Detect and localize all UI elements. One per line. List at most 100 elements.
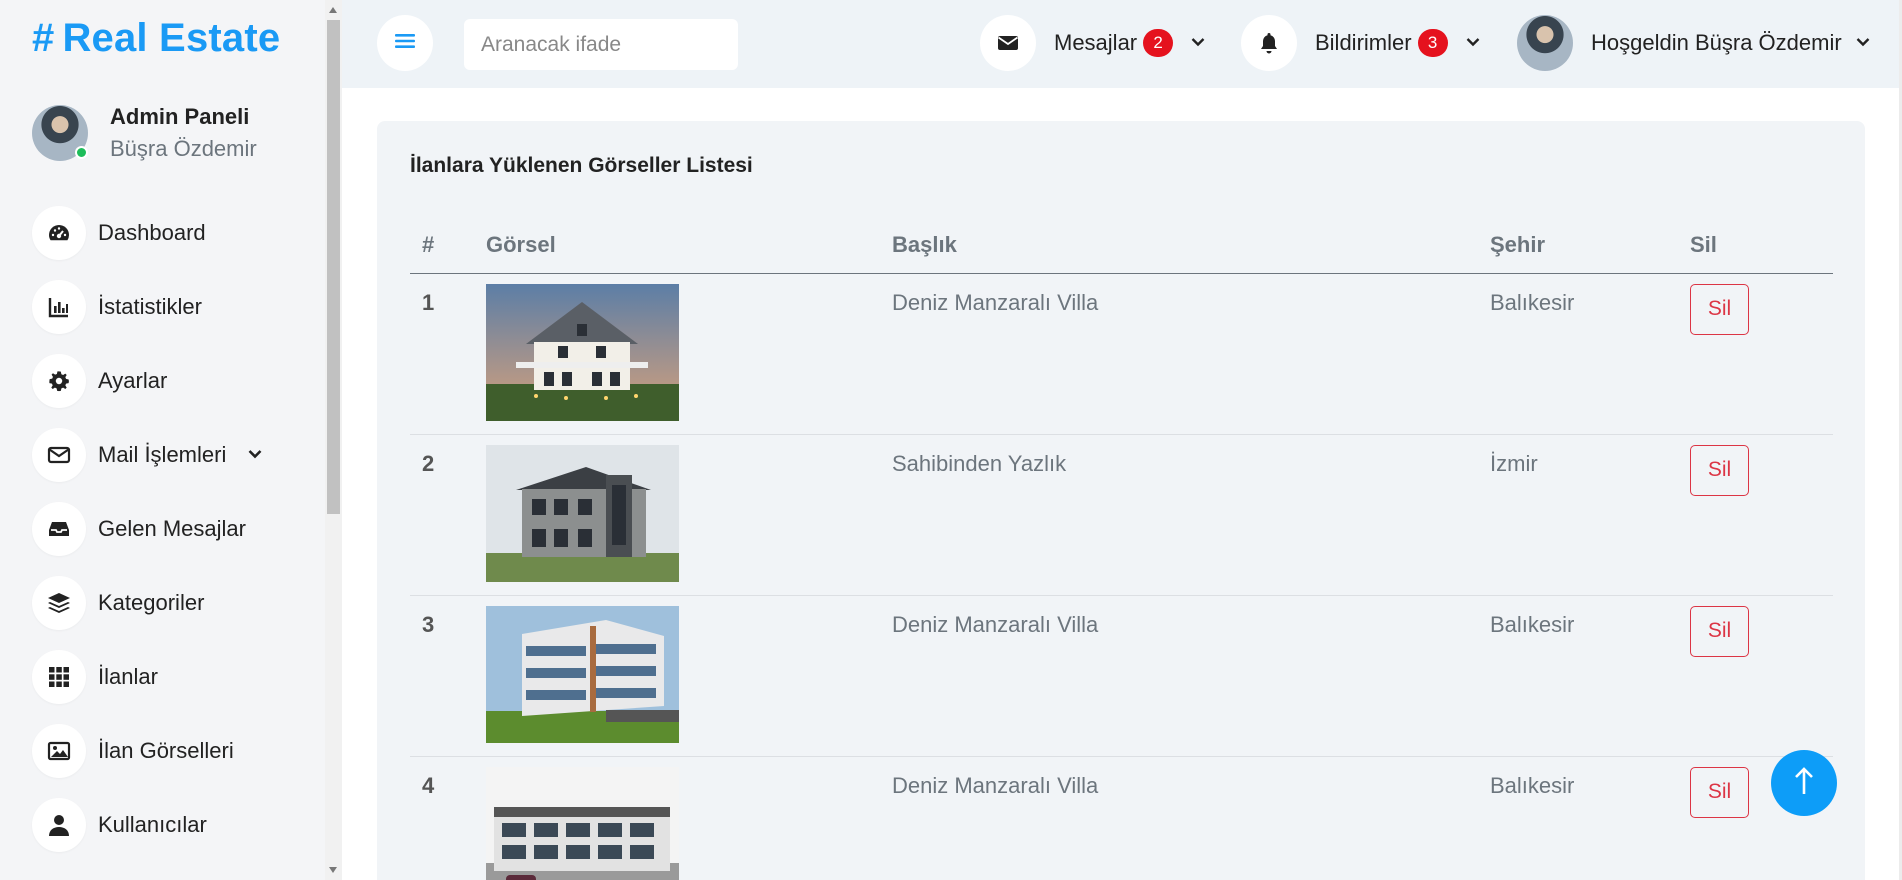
column-header-image: Görsel [474, 217, 880, 274]
sidebar-item-categories[interactable]: Kategoriler [32, 576, 262, 630]
profile-name: Büşra Özdemir [110, 136, 257, 161]
row-title: Deniz Manzaralı Villa [880, 595, 1478, 757]
back-to-top-button[interactable] [1771, 750, 1837, 816]
chevron-down-icon[interactable] [248, 446, 262, 464]
apartment-image[interactable] [486, 605, 679, 743]
messages-dropdown[interactable]: Mesajlar 2 [980, 15, 1205, 71]
row-number: 1 [410, 273, 474, 435]
scroll-thumb[interactable] [327, 20, 340, 514]
chevron-down-icon [1191, 34, 1205, 52]
inbox-icon [32, 502, 86, 556]
sidebar-item-listings[interactable]: İlanlar [32, 650, 262, 704]
row-image-cell [474, 595, 880, 757]
page-title: İlanlara Yüklenen Görseller Listesi [410, 154, 753, 177]
user-greeting: Hoşgeldin Büşra Özdemir [1591, 30, 1842, 55]
main-content: İlanlara Yüklenen Görseller Listesi # Gö… [342, 88, 1902, 880]
bell-icon [1241, 15, 1297, 71]
image-icon [32, 724, 86, 778]
table-header-row: # Görsel Başlık Şehir Sil [410, 217, 1833, 274]
speedometer-icon [32, 206, 86, 260]
row-number: 2 [410, 434, 474, 596]
table-row: 4 Deniz Manzaralı Villa Balıkesir Sil [410, 756, 1833, 880]
row-delete-cell: Sil [1678, 595, 1833, 757]
sidebar-item-label: İstatistikler [98, 294, 202, 319]
row-title: Deniz Manzaralı Villa [880, 756, 1478, 880]
profile-card: Admin Paneli Büşra Özdemir [32, 104, 257, 162]
table-row: 1 Deniz Manzaralı Villa Balıkesir Sil [410, 273, 1833, 435]
sidebar-item-label: Ayarlar [98, 368, 168, 393]
column-header-title: Başlık [880, 217, 1478, 274]
delete-button[interactable]: Sil [1690, 283, 1749, 335]
house-image[interactable] [486, 283, 679, 421]
column-header-number: # [410, 217, 474, 274]
avatar [32, 105, 88, 161]
row-title: Sahibinden Yazlık [880, 434, 1478, 596]
brand-logo[interactable]: # Real Estate [32, 16, 280, 61]
messages-count-badge: 2 [1143, 29, 1174, 57]
row-image-cell [474, 434, 880, 596]
sidebar-item-label: Kullanıcılar [98, 812, 207, 837]
sidebar: # Real Estate Admin Paneli Büşra Özdemir … [0, 0, 325, 880]
column-header-delete: Sil [1678, 217, 1833, 274]
sidebar-item-label: Mail İşlemleri [98, 442, 227, 467]
brand-name: Real Estate [62, 16, 281, 60]
search-input[interactable] [464, 19, 738, 70]
profile-role: Admin Paneli [110, 104, 250, 129]
apartment-image[interactable] [486, 766, 679, 880]
sidebar-item-inbox[interactable]: Gelen Mesajlar [32, 502, 262, 556]
online-status-icon [75, 146, 88, 159]
gear-icon [32, 354, 86, 408]
sidebar-item-statistics[interactable]: İstatistikler [32, 280, 262, 334]
layers-icon [32, 576, 86, 630]
user-avatar [1517, 15, 1573, 71]
row-delete-cell: Sil [1678, 434, 1833, 596]
user-menu-dropdown[interactable]: Hoşgeldin Büşra Özdemir [1517, 15, 1870, 71]
sidebar-nav: Dashboard İstatistikler Ayarlar Mail İşl… [32, 206, 262, 872]
row-city: Balıkesir [1478, 595, 1678, 757]
images-list-card: İlanlara Yüklenen Görseller Listesi # Gö… [377, 121, 1865, 880]
sidebar-item-label: İlan Görselleri [98, 738, 234, 763]
row-number: 4 [410, 756, 474, 880]
sidebar-item-settings[interactable]: Ayarlar [32, 354, 262, 408]
sidebar-item-label: Gelen Mesajlar [98, 516, 246, 541]
envelope-icon [980, 15, 1036, 71]
sidebar-scrollbar[interactable] [325, 0, 342, 880]
column-header-city: Şehir [1478, 217, 1678, 274]
sidebar-item-dashboard[interactable]: Dashboard [32, 206, 262, 260]
sidebar-item-label: Dashboard [98, 220, 206, 245]
images-table: # Görsel Başlık Şehir Sil 1 Deniz Manzar… [410, 217, 1833, 880]
house-image[interactable] [486, 444, 679, 582]
scroll-up-arrow-icon[interactable] [329, 7, 337, 13]
notifications-count-badge: 3 [1417, 29, 1448, 57]
sidebar-item-label: Kategoriler [98, 590, 205, 615]
table-row: 3 Deniz Manzaralı Villa Balıkesir Sil [410, 595, 1833, 757]
row-city: Balıkesir [1478, 273, 1678, 435]
notifications-dropdown[interactable]: Bildirimler 3 [1241, 15, 1480, 71]
delete-button[interactable]: Sil [1690, 605, 1749, 657]
chevron-down-icon [1466, 34, 1480, 52]
sidebar-item-users[interactable]: Kullanıcılar [32, 798, 262, 852]
row-city: İzmir [1478, 434, 1678, 596]
bar-chart-icon [32, 280, 86, 334]
envelope-icon [32, 428, 86, 482]
grid-icon [32, 650, 86, 704]
user-icon [32, 798, 86, 852]
row-image-cell [474, 756, 880, 880]
row-delete-cell: Sil [1678, 273, 1833, 435]
brand-hash: # [32, 16, 55, 60]
scroll-down-arrow-icon[interactable] [329, 867, 337, 873]
delete-button[interactable]: Sil [1690, 766, 1749, 818]
menu-toggle-button[interactable] [377, 15, 433, 71]
sidebar-item-mail[interactable]: Mail İşlemleri [32, 428, 262, 482]
sidebar-item-listing-images[interactable]: İlan Görselleri [32, 724, 262, 778]
hamburger-icon [395, 33, 415, 54]
delete-button[interactable]: Sil [1690, 444, 1749, 496]
table-row: 2 Sahibinden Yazlık İzmir Sil [410, 434, 1833, 596]
row-city: Balıkesir [1478, 756, 1678, 880]
messages-label: Mesajlar [1054, 30, 1138, 55]
row-title: Deniz Manzaralı Villa [880, 273, 1478, 435]
chevron-down-icon [1856, 34, 1870, 52]
row-number: 3 [410, 595, 474, 757]
arrow-up-icon [1793, 766, 1815, 801]
topbar: Mesajlar 2 Bildirimler 3 Hoşgeldin Büşra… [342, 0, 1902, 88]
